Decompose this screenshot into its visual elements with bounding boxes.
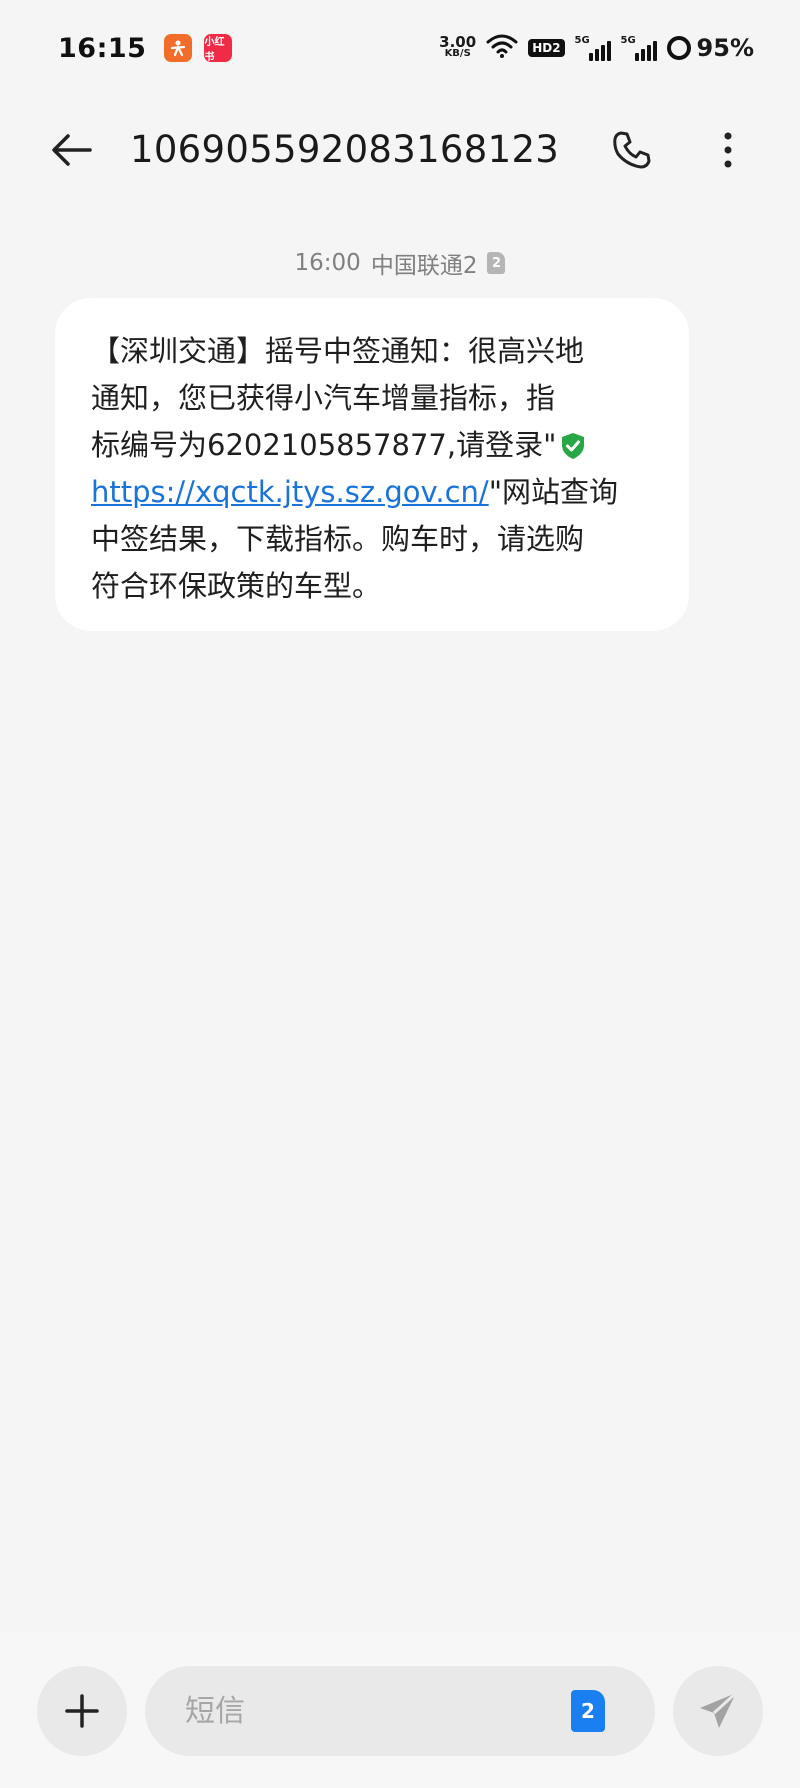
status-bar: 16:15 小红书 3.00 KB/S HD2 5G 5G 95% — [0, 0, 800, 96]
send-icon — [700, 1691, 738, 1728]
hd-voice-icon: HD2 — [528, 39, 565, 57]
sim-select-button[interactable]: 2 — [571, 1690, 605, 1732]
composer-bar: 2 — [0, 1632, 800, 1788]
message-input[interactable] — [185, 1693, 545, 1729]
battery-icon — [666, 36, 691, 60]
more-options-button[interactable] — [704, 126, 752, 174]
contact-number: 1069055920831681​23 — [130, 128, 560, 171]
message-time: 16:00 — [294, 250, 361, 276]
xiaohongshu-icon: 小红书 — [204, 34, 233, 63]
message-link[interactable]: https://xqctk.jtys.sz.gov.cn/ — [91, 469, 489, 516]
notification-app-icons: 小红书 — [164, 34, 233, 63]
conversation-header: 1069055920831681​23 — [0, 110, 800, 190]
message-input-container: 2 — [145, 1666, 655, 1756]
phone-icon — [613, 131, 651, 169]
sim-card-icon: 2 — [487, 252, 506, 274]
message-line: 标编号为6202105857877,请登录" — [91, 422, 655, 469]
app-orange-icon — [164, 34, 193, 62]
message-line: 通知，您已获得小汽车增量指标，指 — [91, 381, 556, 415]
more-vertical-icon — [724, 132, 732, 168]
attach-button[interactable] — [37, 1666, 127, 1756]
message-carrier: 中国联通2 — [370, 253, 478, 279]
message-meta: 16:00 中国联通2 2 — [0, 246, 800, 280]
arrow-left-icon — [52, 134, 92, 166]
shield-check-icon — [560, 432, 586, 460]
send-button[interactable] — [673, 1666, 763, 1756]
back-button[interactable] — [48, 126, 96, 174]
net-speed: 3.00 KB/S — [439, 33, 477, 60]
status-indicators: 3.00 KB/S HD2 5G 5G 95% — [439, 33, 754, 63]
signal-icon-sim2: 5G — [621, 35, 657, 61]
message-line: 中签结果，下载指标。购车时，请选购 — [91, 522, 585, 556]
screen: 16:15 小红书 3.00 KB/S HD2 5G 5G 95% 106905… — [0, 0, 800, 1788]
message-line: https://xqctk.jtys.sz.gov.cn/ "网站查询 — [91, 469, 655, 516]
signal-icon-sim1: 5G — [575, 35, 611, 61]
wifi-icon — [486, 33, 518, 63]
message-line: 符合环保政策的车型。 — [91, 569, 382, 603]
battery-level: 95% — [696, 34, 754, 62]
call-button[interactable] — [608, 126, 656, 174]
message-line: 【深圳交通】摇号中签通知：很高兴地 — [91, 334, 585, 368]
status-time: 16:15 — [58, 32, 147, 64]
plus-icon — [65, 1694, 99, 1728]
message-bubble[interactable]: 【深圳交通】摇号中签通知：很高兴地 通知，您已获得小汽车增量指标，指 标编号为6… — [55, 298, 689, 631]
